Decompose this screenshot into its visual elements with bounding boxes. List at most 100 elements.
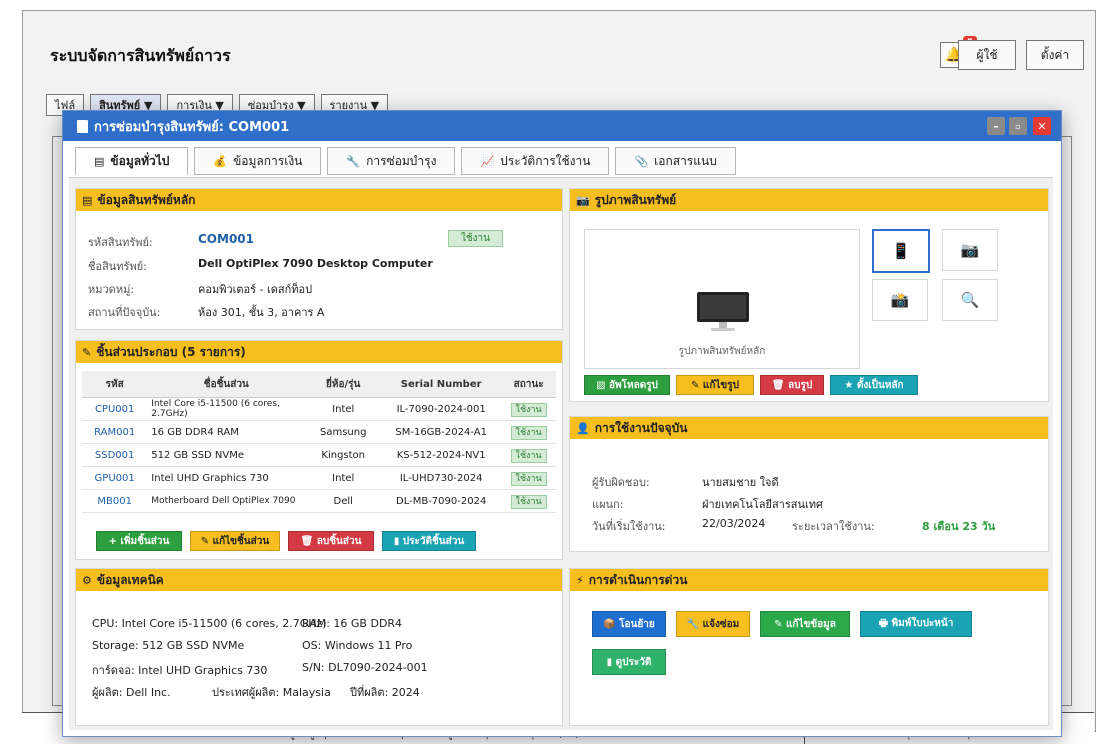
table-row[interactable]: GPU001 Intel UHD Graphics 730 Intel IL-U… (82, 466, 556, 490)
col-name[interactable]: ชื่อชิ้นส่วน (147, 371, 306, 398)
cell-code[interactable]: GPU001 (82, 466, 148, 490)
tab-attachments[interactable]: 📎 เอกสารแนบ (615, 147, 736, 175)
panel-header: ▤ ข้อมูลสินทรัพย์หลัก (76, 189, 562, 211)
tab-general[interactable]: ▤ ข้อมูลทั่วไป (75, 147, 189, 175)
maximize-button[interactable]: ▫ (1009, 117, 1027, 135)
close-button[interactable]: ✕ (1033, 117, 1051, 135)
component-history-button[interactable]: ▮ ประวัติชิ้นส่วน (382, 531, 476, 551)
report-repair-button[interactable]: 🔧 แจ้งซ่อม (676, 611, 750, 637)
main-info-panel: ▤ ข้อมูลสินทรัพย์หลัก รหัสสินทรัพย์: COM0… (75, 188, 563, 330)
panel-header: 👤 การใช้งานปัจจุบัน (570, 417, 1048, 439)
cell-status: ใช้งาน (501, 489, 556, 513)
cell-status: ใช้งาน (501, 443, 556, 467)
tech-serial: S/N: DL7090-2024-001 (302, 661, 428, 674)
category-value: คอมพิวเตอร์ - เดสก์ท็อป (198, 283, 313, 296)
set-primary-image-button[interactable]: ★ ตั้งเป็นหลัก (830, 375, 918, 395)
minimize-icon: – (993, 119, 999, 133)
tech-year: ปีที่ผลิต: 2024 (350, 686, 420, 699)
table-row[interactable]: MB001 Motherboard Dell OptiPlex 7090 Del… (82, 489, 556, 513)
thumbnail-zoom[interactable]: 🔍 (942, 279, 998, 321)
camera-icon: 📷 (576, 193, 590, 207)
tab-finance[interactable]: 💰 ข้อมูลการเงิน (194, 147, 322, 175)
asset-code-value[interactable]: COM001 (198, 232, 254, 246)
duration-value: 8 เดือน 23 วัน (922, 520, 996, 533)
quick-actions-panel: ⚡ การดำเนินการด่วน 📦 โอนย้าย 🔧 แจ้งซ่อม ✎… (569, 568, 1049, 726)
status-chip: ใช้งาน (510, 472, 547, 486)
table-row[interactable]: SSD001 512 GB SSD NVMe Kingston KS-512-2… (82, 443, 556, 467)
col-serial[interactable]: Serial Number (381, 371, 502, 398)
main-image-frame[interactable]: รูปภาพสินทรัพย์หลัก (584, 229, 860, 369)
tab-label: การซ่อมบำรุง (366, 153, 437, 168)
print-cover-button[interactable]: 🖶 พิมพ์ใบปะหน้า (860, 611, 972, 637)
component-code-link[interactable]: MB001 (97, 496, 132, 507)
cell-code[interactable]: CPU001 (82, 397, 148, 421)
thumbnail-1[interactable]: 📱 (872, 229, 930, 273)
col-code[interactable]: รหัส (82, 371, 148, 398)
tab-usage-history[interactable]: 📈 ประวัติการใช้งาน (461, 147, 610, 175)
owner-value: นายสมชาย ใจดี (702, 476, 779, 489)
label-text: ชื่อสินทรัพย์: (88, 260, 147, 273)
component-code-link[interactable]: CPU001 (95, 404, 134, 415)
edit-image-button[interactable]: ✎ แก้ไขรูป (676, 375, 754, 395)
label-text: หมวดหมู่: (88, 283, 135, 296)
label-text: วันที่เริ่มใช้งาน: (592, 520, 666, 533)
component-code-link[interactable]: SSD001 (95, 450, 134, 461)
gear-icon: ⚙ (82, 573, 92, 587)
app-header: ระบบจัดการสินทรัพย์ถาวร 🔔 5 ผู้ใช้ ตั้งค… (30, 28, 1090, 84)
cell-brand: Kingston (305, 443, 382, 467)
status-chip: ใช้งาน (510, 449, 547, 463)
phone-icon: 📱 (891, 242, 911, 260)
tech-country: ประเทศผู้ผลิต: Malaysia (212, 686, 331, 699)
cell-code[interactable]: SSD001 (82, 443, 148, 467)
transfer-button[interactable]: 📦 โอนย้าย (592, 611, 666, 637)
table-row[interactable]: CPU001 Intel Core i5-11500 (6 cores, 2.7… (82, 397, 556, 421)
maximize-icon: ▫ (1015, 121, 1021, 131)
minimize-button[interactable]: – (987, 117, 1005, 135)
upload-image-button[interactable]: ▨ อัพโหลดรูป (584, 375, 670, 395)
cell-name: Motherboard Dell OptiPlex 7090 (147, 489, 306, 513)
cell-status: ใช้งาน (501, 397, 556, 421)
dialog-titlebar: การซ่อมบำรุงสินทรัพย์: COM001 (63, 111, 1061, 141)
panel-title: การดำเนินการด่วน (588, 572, 688, 587)
view-history-button[interactable]: ▮ ดูประวัติ (592, 649, 666, 675)
tab-label: ข้อมูลการเงิน (233, 153, 303, 168)
department-label: แผนก: (592, 495, 623, 513)
label-text: แผนก: (592, 498, 624, 511)
thumbnail-3[interactable]: 📸 (872, 279, 928, 321)
panel-header: ⚙ ข้อมูลเทคนิค (76, 569, 562, 591)
thumbnail-2[interactable]: 📷 (942, 229, 998, 271)
settings-button[interactable]: ตั้งค่า (1026, 40, 1084, 70)
cell-serial: IL-7090-2024-001 (381, 397, 502, 421)
cell-name: Intel Core i5-11500 (6 cores, 2.7GHz) (147, 397, 306, 421)
cell-brand: Samsung (305, 420, 382, 444)
panel-title: การใช้งานปัจจุบัน (594, 420, 688, 435)
tab-label: ข้อมูลทั่วไป (110, 153, 170, 168)
col-brand[interactable]: ยี่ห้อ/รุ่น (305, 371, 382, 398)
close-icon: ✕ (1037, 119, 1047, 133)
status-chip: ใช้งาน (510, 403, 547, 417)
col-status[interactable]: สถานะ (501, 371, 556, 398)
component-code-link[interactable]: GPU001 (95, 473, 135, 484)
add-component-button[interactable]: + เพิ่มชิ้นส่วน (96, 531, 182, 551)
dialog-title: การซ่อมบำรุงสินทรัพย์: COM001 (94, 119, 290, 135)
cell-code[interactable]: MB001 (82, 489, 148, 513)
component-code-link[interactable]: RAM001 (94, 427, 135, 438)
delete-component-button[interactable]: 🗑 ลบชิ้นส่วน (288, 531, 374, 551)
cell-serial: DL-MB-7090-2024 (381, 489, 502, 513)
money-bag-icon: 💰 (213, 154, 228, 168)
clipboard-icon (77, 119, 88, 133)
edit-info-button[interactable]: ✎ แก้ไขข้อมูล (760, 611, 850, 637)
document-icon: ▤ (82, 193, 93, 207)
tab-maintenance[interactable]: 🔧 การซ่อมบำรุง (327, 147, 456, 175)
department-value: ฝ่ายเทคโนโลยีสารสนเทศ (702, 498, 823, 511)
delete-image-button[interactable]: 🗑 ลบรูป (760, 375, 824, 395)
cell-code[interactable]: RAM001 (82, 420, 148, 444)
edit-component-button[interactable]: ✎ แก้ไขชิ้นส่วน (190, 531, 280, 551)
user-button[interactable]: ผู้ใช้ (958, 40, 1016, 70)
table-header-row: รหัส ชื่อชิ้นส่วน ยี่ห้อ/รุ่น Serial Num… (82, 371, 556, 398)
cell-brand: Intel (305, 466, 382, 490)
table-row[interactable]: RAM001 16 GB DDR4 RAM Samsung SM-16GB-20… (82, 420, 556, 444)
status-chip: ใช้งาน (510, 426, 547, 440)
start-date-value: 22/03/2024 (702, 517, 766, 530)
components-table: รหัส ชื่อชิ้นส่วน ยี่ห้อ/รุ่น Serial Num… (82, 371, 556, 513)
